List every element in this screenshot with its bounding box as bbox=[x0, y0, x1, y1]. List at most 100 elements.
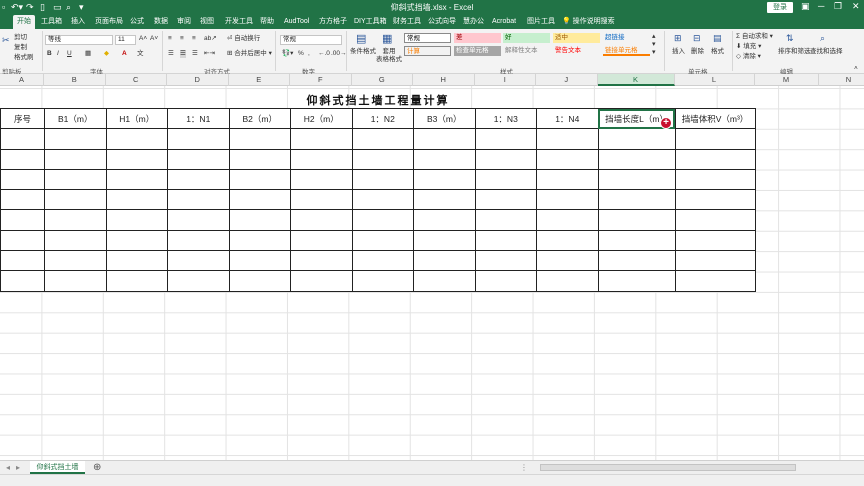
table-cell[interactable] bbox=[536, 270, 599, 292]
cell-style-5[interactable]: 计算 bbox=[404, 46, 451, 56]
tab-review[interactable]: 审阅 bbox=[177, 15, 191, 29]
sort-filter-button[interactable]: 排序和筛选 bbox=[778, 48, 811, 56]
table-cell[interactable] bbox=[105, 148, 168, 170]
table-cell[interactable] bbox=[413, 128, 476, 150]
table-cell[interactable] bbox=[105, 229, 168, 252]
increase-decimal-icon[interactable]: ←.0 bbox=[318, 50, 330, 58]
table-cell[interactable] bbox=[228, 250, 291, 272]
cell-style-2[interactable]: 好 bbox=[503, 33, 550, 43]
italic-button[interactable]: I bbox=[57, 50, 59, 58]
table-cell[interactable] bbox=[167, 229, 230, 252]
insert-cells-button[interactable]: 插入 bbox=[672, 48, 685, 56]
table-cell[interactable] bbox=[44, 209, 107, 231]
sort-filter-icon[interactable]: ⇅ bbox=[786, 33, 794, 44]
table-cell[interactable] bbox=[105, 128, 168, 150]
column-header-g[interactable]: G bbox=[352, 74, 413, 86]
table-cell[interactable] bbox=[474, 148, 537, 170]
table-cell[interactable] bbox=[0, 189, 45, 211]
table-cell[interactable] bbox=[351, 250, 414, 272]
header-cell[interactable]: B1（m） bbox=[44, 107, 107, 130]
table-format-icon[interactable]: ▦ bbox=[382, 32, 392, 45]
table-cell[interactable] bbox=[290, 148, 353, 170]
table-cell[interactable] bbox=[474, 229, 537, 252]
conditional-format-icon[interactable]: ▤ bbox=[356, 32, 366, 45]
sheet-title[interactable]: 仰斜式挡土墙工程量计算 bbox=[0, 92, 756, 108]
header-cell[interactable]: 序号 bbox=[0, 107, 45, 130]
tab-acrobat[interactable]: Acrobat bbox=[492, 15, 516, 29]
table-cell[interactable] bbox=[0, 270, 45, 292]
table-cell[interactable] bbox=[413, 168, 476, 191]
restore-icon[interactable]: ❐ bbox=[834, 1, 842, 12]
add-sheet-icon[interactable]: ⊕ bbox=[93, 461, 101, 474]
tab-splitter-icon[interactable]: ⋮ bbox=[520, 461, 528, 474]
tab-help[interactable]: 帮助 bbox=[260, 15, 274, 29]
table-cell[interactable] bbox=[674, 270, 756, 292]
column-header-d[interactable]: D bbox=[167, 74, 229, 86]
format-painter-button[interactable]: 格式刷 bbox=[14, 54, 34, 62]
table-cell[interactable] bbox=[413, 209, 476, 231]
gallery-scroll-icon[interactable]: ▴ ▾ ▾ bbox=[652, 33, 656, 57]
table-cell[interactable] bbox=[536, 209, 599, 231]
clear-button[interactable]: ◇ 清除 ▾ bbox=[736, 53, 761, 61]
tab-huibangong[interactable]: 慧办公 bbox=[463, 15, 484, 29]
column-header-i[interactable]: I bbox=[475, 74, 536, 86]
table-cell[interactable] bbox=[674, 168, 756, 191]
find-select-button[interactable]: 查找和选择 bbox=[810, 48, 843, 56]
table-cell[interactable] bbox=[597, 148, 676, 170]
table-cell[interactable] bbox=[44, 189, 107, 211]
table-cell[interactable] bbox=[413, 229, 476, 252]
table-cell[interactable] bbox=[413, 270, 476, 292]
cell-style-9[interactable]: 链接单元格 bbox=[603, 46, 650, 56]
table-cell[interactable] bbox=[167, 270, 230, 292]
login-button[interactable]: 登录 bbox=[767, 2, 793, 13]
conditional-format-button[interactable]: 条件格式 bbox=[350, 48, 376, 56]
table-cell[interactable] bbox=[674, 229, 756, 252]
table-cell[interactable] bbox=[0, 250, 45, 272]
column-header-n[interactable]: N bbox=[819, 74, 864, 86]
table-cell[interactable] bbox=[597, 270, 676, 292]
column-header-c[interactable]: C bbox=[106, 74, 167, 86]
autosum-button[interactable]: Σ 自动求和 ▾ bbox=[736, 33, 773, 41]
table-cell[interactable] bbox=[536, 148, 599, 170]
table-cell[interactable] bbox=[105, 250, 168, 272]
column-header-j[interactable]: J bbox=[536, 74, 598, 86]
tell-me-search[interactable]: 💡 操作说明搜索 bbox=[562, 15, 615, 29]
header-cell[interactable]: B3（m） bbox=[413, 107, 476, 130]
table-cell[interactable] bbox=[0, 168, 45, 191]
table-cell[interactable] bbox=[0, 229, 45, 252]
column-header-h[interactable]: H bbox=[413, 74, 475, 86]
tab-formulas[interactable]: 公式 bbox=[130, 15, 144, 29]
table-cell[interactable] bbox=[44, 128, 107, 150]
table-cell[interactable] bbox=[44, 229, 107, 252]
column-header-b[interactable]: B bbox=[44, 74, 106, 86]
table-cell[interactable] bbox=[474, 209, 537, 231]
table-cell[interactable] bbox=[536, 168, 599, 191]
table-cell[interactable] bbox=[167, 189, 230, 211]
wrap-text-button[interactable]: ⏎ 自动换行 bbox=[227, 35, 260, 43]
table-cell[interactable] bbox=[536, 250, 599, 272]
table-cell[interactable] bbox=[351, 229, 414, 252]
table-cell[interactable] bbox=[44, 250, 107, 272]
table-cell[interactable] bbox=[105, 168, 168, 191]
border-icon[interactable]: ▦ bbox=[85, 50, 91, 58]
table-cell[interactable] bbox=[44, 270, 107, 292]
collapse-ribbon-icon[interactable]: ˄ bbox=[854, 65, 858, 73]
table-cell[interactable] bbox=[44, 168, 107, 191]
table-cell[interactable] bbox=[474, 270, 537, 292]
header-cell[interactable]: 1：N1 bbox=[167, 107, 230, 130]
phonetic-icon[interactable]: 文 bbox=[137, 50, 144, 58]
header-cell[interactable]: H2（m） bbox=[290, 107, 353, 130]
align-middle-icon[interactable]: ≡ bbox=[180, 35, 184, 43]
sheet-tab-active[interactable]: 仰斜式挡土墙 bbox=[30, 461, 85, 474]
table-cell[interactable] bbox=[351, 209, 414, 231]
tab-data[interactable]: 数据 bbox=[154, 15, 168, 29]
table-cell[interactable] bbox=[0, 148, 45, 170]
ribbon-display-icon[interactable]: ▣ bbox=[801, 1, 810, 12]
tab-diy-toolbox[interactable]: DIY工具箱 bbox=[354, 15, 387, 29]
cell-style-3[interactable]: 适中 bbox=[553, 33, 600, 43]
table-cell[interactable] bbox=[167, 168, 230, 191]
horizontal-scrollbar[interactable] bbox=[540, 464, 796, 471]
font-shrink-icon[interactable]: A˅ bbox=[150, 35, 158, 43]
table-cell[interactable] bbox=[351, 168, 414, 191]
close-icon[interactable]: ✕ bbox=[852, 1, 860, 12]
